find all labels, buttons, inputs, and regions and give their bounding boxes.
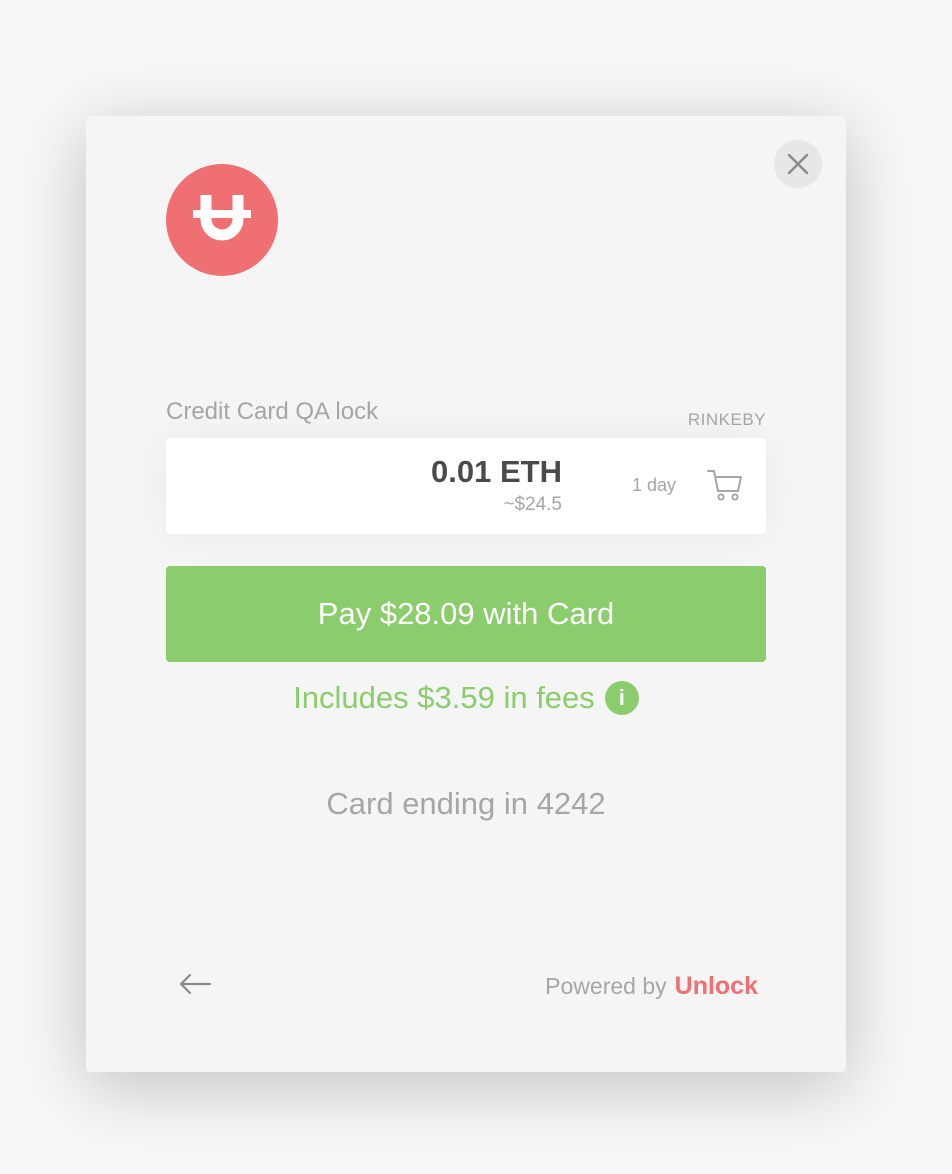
network-label: RINKEBY: [687, 410, 766, 429]
card-ending-text: Card ending in 4242: [326, 786, 606, 821]
checkout-modal: Credit Card QA lock RINKEBY 0.01 ETH ~$2…: [86, 116, 846, 1072]
powered-by: Powered by Unlock: [545, 972, 758, 1001]
close-button[interactable]: [774, 140, 822, 188]
fees-text: Includes $3.59 in fees: [293, 680, 595, 715]
back-arrow-icon[interactable]: [178, 968, 214, 1000]
lock-price-usd: ~$24.5: [503, 494, 562, 515]
lock-name: Credit Card QA lock: [166, 398, 379, 425]
pay-with-card-button[interactable]: Pay $28.09 with Card: [166, 566, 766, 662]
powered-by-label: Powered by: [545, 973, 667, 999]
close-icon: [787, 153, 809, 175]
lock-duration: 1 day: [631, 475, 676, 495]
cart-icon: [707, 470, 742, 501]
unlock-u-logo-icon: [193, 195, 251, 241]
lock-price-eth: 0.01 ETH: [431, 454, 562, 489]
fees-row: Includes $3.59 in fees i: [166, 678, 766, 718]
lock-card[interactable]: 0.01 ETH ~$24.5 1 day: [166, 438, 766, 534]
unlock-brand-link[interactable]: Unlock: [675, 972, 758, 1001]
info-icon[interactable]: i: [604, 681, 639, 715]
unlock-logo: [166, 164, 278, 276]
